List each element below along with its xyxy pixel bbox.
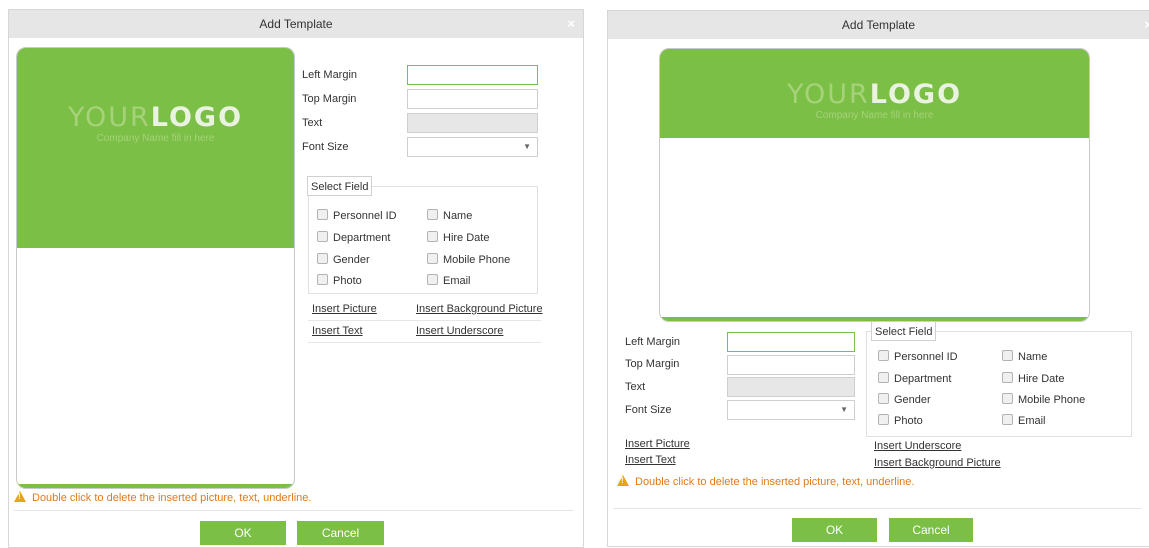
divider: [308, 342, 541, 343]
warning-icon: [14, 491, 26, 502]
left-margin-input[interactable]: [727, 332, 855, 352]
text-label: Text: [302, 117, 323, 129]
chevron-down-icon: ▼: [523, 142, 531, 151]
footer-divider: [14, 510, 574, 511]
cancel-button[interactable]: Cancel: [297, 521, 384, 545]
left-margin-input[interactable]: [407, 65, 538, 85]
dialog-titlebar: Add Template ×: [608, 11, 1149, 39]
logo-word-logo: LOGO: [869, 79, 963, 110]
insert-background-picture-link[interactable]: Insert Background Picture: [416, 303, 543, 315]
dialog-titlebar: Add Template ×: [9, 10, 583, 38]
close-icon[interactable]: ×: [1144, 11, 1149, 39]
font-size-label: Font Size: [302, 141, 349, 153]
warning-message: Double click to delete the inserted pict…: [617, 475, 914, 488]
checkbox-photo[interactable]: Photo: [317, 274, 362, 287]
checkbox-email[interactable]: Email: [1002, 414, 1046, 427]
checkbox-department[interactable]: Department: [317, 231, 390, 244]
checkbox-gender[interactable]: Gender: [878, 393, 931, 406]
add-template-dialog-landscape: Add Template × YOURLOGO Company Name fil…: [607, 10, 1149, 547]
top-margin-input[interactable]: [407, 89, 538, 109]
logo-word-logo: LOGO: [150, 102, 244, 133]
select-field-legend: Select Field: [307, 176, 373, 196]
insert-text-link[interactable]: Insert Text: [312, 325, 363, 337]
insert-underscore-link[interactable]: Insert Underscore: [874, 440, 961, 452]
insert-picture-link[interactable]: Insert Picture: [312, 303, 377, 315]
left-margin-label: Left Margin: [625, 336, 681, 348]
checkbox-photo[interactable]: Photo: [878, 414, 923, 427]
checkbox-hire-date[interactable]: Hire Date: [1002, 372, 1064, 385]
dialog-title: Add Template: [259, 17, 333, 31]
card-preview[interactable]: YOURLOGO Company Name fill in here: [16, 47, 295, 489]
text-label: Text: [625, 381, 646, 393]
font-size-select[interactable]: ▼: [727, 400, 855, 420]
select-field-legend: Select Field: [871, 321, 937, 341]
insert-underscore-link[interactable]: Insert Underscore: [416, 325, 503, 337]
insert-background-picture-link[interactable]: Insert Background Picture: [874, 457, 1001, 469]
checkbox-name[interactable]: Name: [1002, 350, 1047, 363]
cancel-button[interactable]: Cancel: [889, 518, 973, 542]
warning-icon: [617, 475, 629, 486]
chevron-down-icon: ▼: [840, 405, 848, 414]
card-bottom-line: [17, 484, 294, 488]
logo-company-text: Company Name fill in here: [815, 110, 934, 121]
card-header-area: [17, 48, 294, 248]
logo-word-your: YOUR: [786, 79, 870, 110]
checkbox-mobile-phone[interactable]: Mobile Phone: [427, 253, 510, 266]
warning-message: Double click to delete the inserted pict…: [14, 491, 311, 504]
logo-word-your: YOUR: [67, 102, 151, 133]
add-template-dialog-portrait: Add Template × YOURLOGO Company Name fil…: [8, 9, 584, 548]
top-margin-input[interactable]: [727, 355, 855, 375]
font-size-label: Font Size: [625, 404, 672, 416]
logo-image[interactable]: YOURLOGO Company Name fill in here: [660, 80, 1089, 122]
insert-text-link[interactable]: Insert Text: [625, 454, 676, 466]
text-input[interactable]: [727, 377, 855, 397]
divider: [308, 320, 541, 321]
logo-company-text: Company Name fill in here: [96, 133, 215, 144]
checkbox-name[interactable]: Name: [427, 209, 472, 222]
logo-image[interactable]: YOURLOGO Company Name fill in here: [17, 103, 294, 145]
font-size-select[interactable]: ▼: [407, 137, 538, 157]
checkbox-hire-date[interactable]: Hire Date: [427, 231, 489, 244]
ok-button[interactable]: OK: [792, 518, 877, 542]
checkbox-email[interactable]: Email: [427, 274, 471, 287]
ok-button[interactable]: OK: [200, 521, 286, 545]
card-preview[interactable]: YOURLOGO Company Name fill in here: [659, 48, 1090, 322]
footer-divider: [613, 508, 1141, 509]
top-margin-label: Top Margin: [625, 358, 680, 370]
dialog-title: Add Template: [841, 18, 916, 32]
checkbox-gender[interactable]: Gender: [317, 253, 370, 266]
checkbox-personnel-id[interactable]: Personnel ID: [878, 350, 958, 363]
insert-picture-link[interactable]: Insert Picture: [625, 438, 690, 450]
text-input[interactable]: [407, 113, 538, 133]
checkbox-personnel-id[interactable]: Personnel ID: [317, 209, 397, 222]
left-margin-label: Left Margin: [302, 69, 358, 81]
top-margin-label: Top Margin: [302, 93, 357, 105]
checkbox-mobile-phone[interactable]: Mobile Phone: [1002, 393, 1085, 406]
checkbox-department[interactable]: Department: [878, 372, 951, 385]
close-icon[interactable]: ×: [567, 10, 575, 38]
